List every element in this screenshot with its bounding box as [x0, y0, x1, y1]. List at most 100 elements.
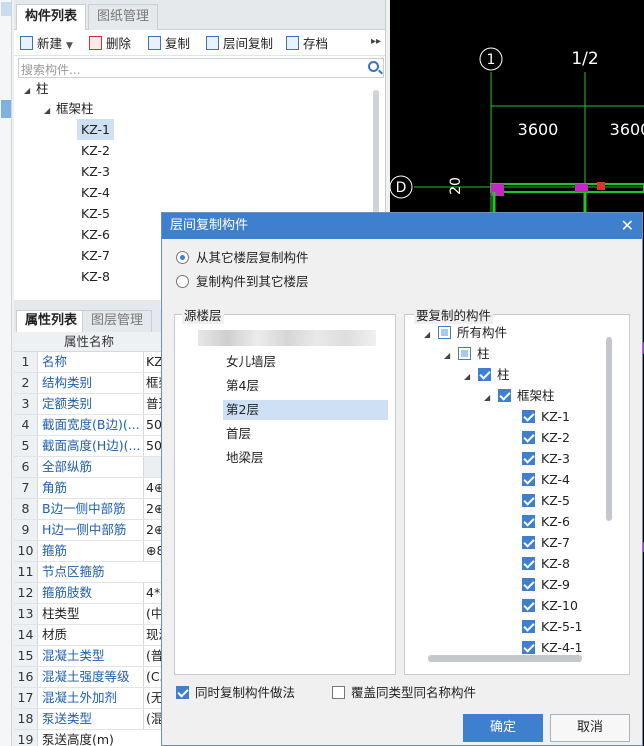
tree-node-frame-column[interactable]: ◢ 框架柱: [44, 98, 94, 119]
checkbox-checked-icon[interactable]: [522, 452, 535, 465]
tree-node-column-root[interactable]: ◢ 柱: [24, 78, 49, 99]
target-vertical-scrollbar[interactable]: [606, 337, 612, 521]
property-value[interactable]: (C3: [143, 667, 162, 687]
option-copy-methods[interactable]: 同时复制构件做法: [176, 684, 295, 702]
target-node-frame-column[interactable]: ◢ 框架柱: [484, 385, 555, 406]
tab-drawing-management[interactable]: 图纸管理: [88, 4, 159, 30]
target-item[interactable]: KZ-7: [522, 532, 570, 553]
checkbox-checked-icon[interactable]: [522, 473, 535, 486]
property-value[interactable]: (中: [143, 604, 162, 624]
property-value[interactable]: 4*4: [143, 583, 162, 603]
expand-triangle-icon[interactable]: ◢: [24, 80, 36, 101]
expand-triangle-icon[interactable]: ◢: [464, 366, 478, 387]
property-row[interactable]: 3 定额类别 普通: [14, 394, 162, 415]
property-row[interactable]: 1 名称 KZ-: [14, 352, 162, 373]
property-row[interactable]: 9 H边一侧中部筋 2⊕: [14, 520, 162, 541]
property-row[interactable]: 5 截面高度(H边)(...500: [14, 436, 162, 457]
property-row[interactable]: 4 截面宽度(B边)(...500: [14, 415, 162, 436]
property-row[interactable]: 6 全部纵筋: [14, 457, 162, 478]
property-value[interactable]: (混: [143, 709, 162, 729]
tab-property-list[interactable]: 属性列表: [16, 310, 87, 332]
target-item[interactable]: KZ-3: [522, 448, 570, 469]
target-node-column-category[interactable]: ◢ 柱: [444, 343, 490, 364]
target-node-all[interactable]: ◢ 所有构件: [424, 322, 507, 343]
target-item[interactable]: KZ-8: [522, 553, 570, 574]
property-value[interactable]: 普通: [143, 394, 162, 414]
cad-canvas[interactable]: 1 1/2 D 3600 3600 20: [390, 0, 644, 212]
checkbox-checked-icon[interactable]: [522, 431, 535, 444]
search-icon[interactable]: [368, 61, 379, 72]
property-value[interactable]: KZ-: [143, 352, 162, 372]
property-row[interactable]: 8 B边一侧中部筋 2⊕: [14, 499, 162, 520]
target-item[interactable]: KZ-4: [522, 469, 570, 490]
search-input[interactable]: 搜索构件...: [18, 58, 384, 78]
radio-selected-icon[interactable]: [176, 251, 189, 264]
property-row[interactable]: 7 角筋 4⊕: [14, 478, 162, 499]
property-value[interactable]: 500: [143, 415, 162, 435]
property-row[interactable]: 13 柱类型 (中: [14, 604, 162, 625]
radio-copy-from-other-floors[interactable]: 从其它楼层复制构件: [176, 249, 309, 267]
property-value[interactable]: [143, 457, 162, 477]
panel-splitter[interactable]: [14, 300, 160, 310]
cancel-button[interactable]: 取消: [550, 714, 630, 742]
target-item[interactable]: KZ-6: [522, 511, 570, 532]
property-value[interactable]: (普通: [143, 646, 162, 666]
close-icon[interactable]: ✕: [621, 213, 634, 239]
expand-triangle-icon[interactable]: ◢: [424, 324, 438, 345]
delete-button[interactable]: 删除: [89, 34, 131, 54]
checkbox-checked-icon[interactable]: [478, 368, 491, 381]
property-row[interactable]: 15 混凝土类型 (普通: [14, 646, 162, 667]
tree-item-kz-2[interactable]: KZ-2: [81, 140, 110, 161]
checkbox-checked-icon[interactable]: [522, 515, 535, 528]
tree-item-kz-5[interactable]: KZ-5: [81, 203, 110, 224]
checkbox-partial-icon[interactable]: [438, 326, 451, 339]
checkbox-checked-icon[interactable]: [498, 389, 511, 402]
option-overwrite-same-name[interactable]: 覆盖同类型同名称构件: [332, 684, 476, 702]
property-row[interactable]: 12 箍筋肢数 4*4: [14, 583, 162, 604]
radio-unselected-icon[interactable]: [176, 275, 189, 288]
property-row[interactable]: 17 混凝土外加剂 (无): [14, 688, 162, 709]
copy-button[interactable]: 复制: [148, 34, 190, 54]
checkbox-checked-icon[interactable]: [522, 557, 535, 570]
save-button[interactable]: 存档: [286, 34, 328, 54]
floor-item-parapet[interactable]: 女儿墙层: [226, 352, 276, 372]
floor-item-4th[interactable]: 第4层: [226, 376, 259, 396]
property-value[interactable]: 2⊕: [143, 520, 162, 540]
target-item[interactable]: KZ-10: [522, 595, 578, 616]
tree-item-kz-8[interactable]: KZ-8: [81, 266, 110, 287]
target-item[interactable]: KZ-2: [522, 427, 570, 448]
property-value[interactable]: 框架: [143, 373, 162, 393]
target-item[interactable]: KZ-5-1: [522, 616, 582, 637]
property-value[interactable]: 2⊕: [143, 499, 162, 519]
component-tree-scrollbar[interactable]: [373, 90, 379, 220]
double-chevron-right-icon[interactable]: ▸▸: [371, 36, 381, 47]
target-item[interactable]: KZ-5: [522, 490, 570, 511]
floor-copy-button[interactable]: 层间复制: [206, 34, 273, 54]
target-item[interactable]: KZ-9: [522, 574, 570, 595]
tree-item-kz-3[interactable]: KZ-3: [81, 161, 110, 182]
property-value[interactable]: 现浇: [143, 625, 162, 645]
dialog-titlebar[interactable]: 层间复制构件 ✕: [162, 213, 642, 239]
property-value[interactable]: 500: [143, 436, 162, 456]
tab-component-list[interactable]: 构件列表: [16, 4, 87, 30]
tab-layer-management[interactable]: 图层管理: [82, 310, 153, 332]
radio-copy-to-other-floors[interactable]: 复制构件到其它楼层: [176, 273, 309, 291]
property-value[interactable]: (无): [143, 688, 162, 708]
checkbox-checked-icon[interactable]: [522, 599, 535, 612]
checkbox-checked-icon[interactable]: [522, 410, 535, 423]
checkbox-unchecked-icon[interactable]: [332, 686, 345, 699]
checkbox-partial-icon[interactable]: [458, 347, 471, 360]
checkbox-checked-icon[interactable]: [522, 494, 535, 507]
floor-item-grade-beam[interactable]: 地梁层: [226, 448, 264, 468]
ok-button[interactable]: 确定: [463, 714, 543, 742]
target-horizontal-scrollbar[interactable]: [428, 655, 582, 662]
checkbox-checked-icon[interactable]: [522, 578, 535, 591]
checkbox-checked-icon[interactable]: [522, 641, 535, 654]
property-row[interactable]: 11 节点区箍筋: [14, 562, 162, 583]
tree-item-kz-6[interactable]: KZ-6: [81, 224, 110, 245]
expand-triangle-icon[interactable]: ◢: [444, 345, 458, 366]
expand-triangle-icon[interactable]: ◢: [484, 387, 498, 408]
property-row[interactable]: 14 材质 现浇: [14, 625, 162, 646]
property-row[interactable]: 16 混凝土强度等级 (C3: [14, 667, 162, 688]
checkbox-checked-icon[interactable]: [176, 686, 189, 699]
